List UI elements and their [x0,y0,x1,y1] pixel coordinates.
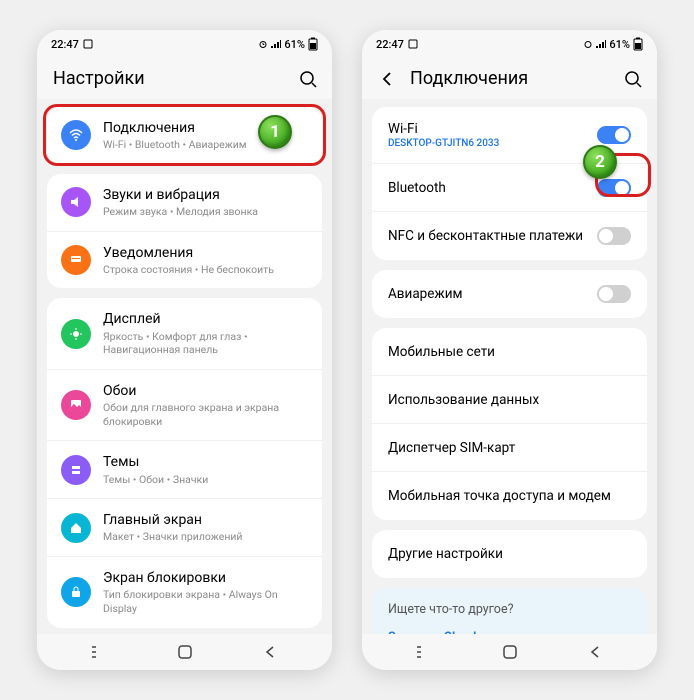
item-sub: Макет • Значки приложений [103,530,308,544]
display-icon [61,319,91,349]
settings-item-wallpaper[interactable]: Обои Обои для главного экрана и экрана б… [47,370,322,441]
item-label: Звуки и вибрация [103,186,308,204]
status-battery: 61% [609,38,630,51]
search-button[interactable] [623,69,643,89]
nav-home[interactable] [165,644,205,660]
settings-item-lockscreen[interactable]: Экран блокировки Тип блокировки экрана •… [47,557,322,627]
item-sub: Темы • Обои • Значки [103,473,308,487]
item-label: Обои [103,382,308,400]
phone-right: 22:47 61% Подключения Wi-Fi DESKTOP-GTJI… [362,30,657,670]
nav-back[interactable] [575,645,615,659]
nav-recents[interactable] [80,645,120,659]
signal-icon [596,40,606,48]
row-airplane[interactable]: Авиарежим [372,270,647,318]
connections-list[interactable]: Wi-Fi DESKTOP-GTJITN6 2033 Bluetooth NFC… [362,99,657,634]
settings-item-notifications[interactable]: Уведомления Строка состояния • Не беспок… [47,232,322,289]
row-data-usage[interactable]: Использование данных [372,376,647,424]
alarm-icon [583,39,593,49]
item-label: Уведомления [103,244,308,262]
sound-icon [61,187,91,217]
item-label: Темы [103,453,308,471]
page-title: Настройки [53,68,298,89]
row-label: Wi-Fi [388,121,597,137]
row-label: NFC и бесконтактные платежи [388,228,597,244]
settings-item-homescreen[interactable]: Главный экран Макет • Значки приложений [47,499,322,557]
row-mobile-networks[interactable]: Мобильные сети [372,328,647,376]
nav-bar [37,634,332,670]
row-label: Мобильные сети [388,344,631,360]
row-hotspot[interactable]: Мобильная точка доступа и модем [372,472,647,520]
item-label: Экран блокировки [103,569,308,587]
phone-left: 22:47 61% Настройки Подключения Wi-Fi • … [37,30,332,670]
item-sub: Яркость • Комфорт для глаз • Навигационн… [103,330,308,357]
nav-back[interactable] [250,645,290,659]
header-connections: Подключения [362,58,657,99]
settings-item-connections[interactable]: Подключения Wi-Fi • Bluetooth • Авиарежи… [47,107,322,164]
signal-icon [271,40,281,48]
back-button[interactable] [378,70,396,88]
alarm-icon [258,39,268,49]
screenshot-icon [408,39,418,49]
row-sim-manager[interactable]: Диспетчер SIM-карт [372,424,647,472]
link-samsung-cloud[interactable]: Samsung Cloud [372,623,647,634]
nav-bar [362,634,657,670]
item-label: Главный экран [103,511,308,529]
row-label: Авиарежим [388,286,597,302]
row-nfc[interactable]: NFC и бесконтактные платежи [372,212,647,260]
themes-icon [61,455,91,485]
row-label: Диспетчер SIM-карт [388,440,631,456]
status-battery: 61% [284,38,305,51]
row-bluetooth[interactable]: Bluetooth [372,164,647,212]
status-bar: 22:47 61% [362,30,657,58]
item-label: Подключения [103,119,308,137]
settings-item-sounds[interactable]: Звуки и вибрация Режим звука • Мелодия з… [47,174,322,232]
toggle-airplane[interactable] [597,285,631,303]
page-title: Подключения [410,68,623,89]
other-heading: Ищете что-то другое? [372,592,647,623]
header-settings: Настройки [37,58,332,99]
item-sub: Тип блокировки экрана • Always On Displa… [103,588,308,615]
home-icon [61,513,91,543]
row-sub: DESKTOP-GTJITN6 2033 [388,138,597,149]
toggle-wifi[interactable] [597,126,631,144]
lock-icon [61,577,91,607]
wallpaper-icon [61,390,91,420]
battery-icon [308,37,318,51]
status-time: 22:47 [51,38,79,51]
item-sub: Wi-Fi • Bluetooth • Авиарежим [103,138,308,152]
wifi-icon [61,120,91,150]
item-label: Дисплей [103,310,308,328]
row-label: Другие настройки [388,546,631,562]
toggle-bluetooth[interactable] [597,179,631,197]
nav-recents[interactable] [405,645,445,659]
settings-item-display[interactable]: Дисплей Яркость • Комфорт для глаз • Нав… [47,298,322,369]
settings-list[interactable]: Подключения Wi-Fi • Bluetooth • Авиарежи… [37,99,332,634]
bell-icon [61,245,91,275]
row-label: Bluetooth [388,180,597,196]
nav-home[interactable] [490,644,530,660]
row-label: Мобильная точка доступа и модем [388,488,631,504]
row-wifi[interactable]: Wi-Fi DESKTOP-GTJITN6 2033 [372,107,647,164]
toggle-nfc[interactable] [597,227,631,245]
screenshot-icon [83,39,93,49]
item-sub: Строка состояния • Не беспокоить [103,263,308,277]
status-time: 22:47 [376,38,404,51]
status-bar: 22:47 61% [37,30,332,58]
search-button[interactable] [298,69,318,89]
row-label: Использование данных [388,392,631,408]
item-sub: Режим звука • Мелодия звонка [103,205,308,219]
battery-icon [633,37,643,51]
settings-item-themes[interactable]: Темы Темы • Обои • Значки [47,441,322,499]
looking-for-section: Ищете что-то другое? Samsung Cloud Локац… [372,588,647,634]
item-sub: Обои для главного экрана и экрана блокир… [103,401,308,428]
row-other-settings[interactable]: Другие настройки [372,530,647,578]
